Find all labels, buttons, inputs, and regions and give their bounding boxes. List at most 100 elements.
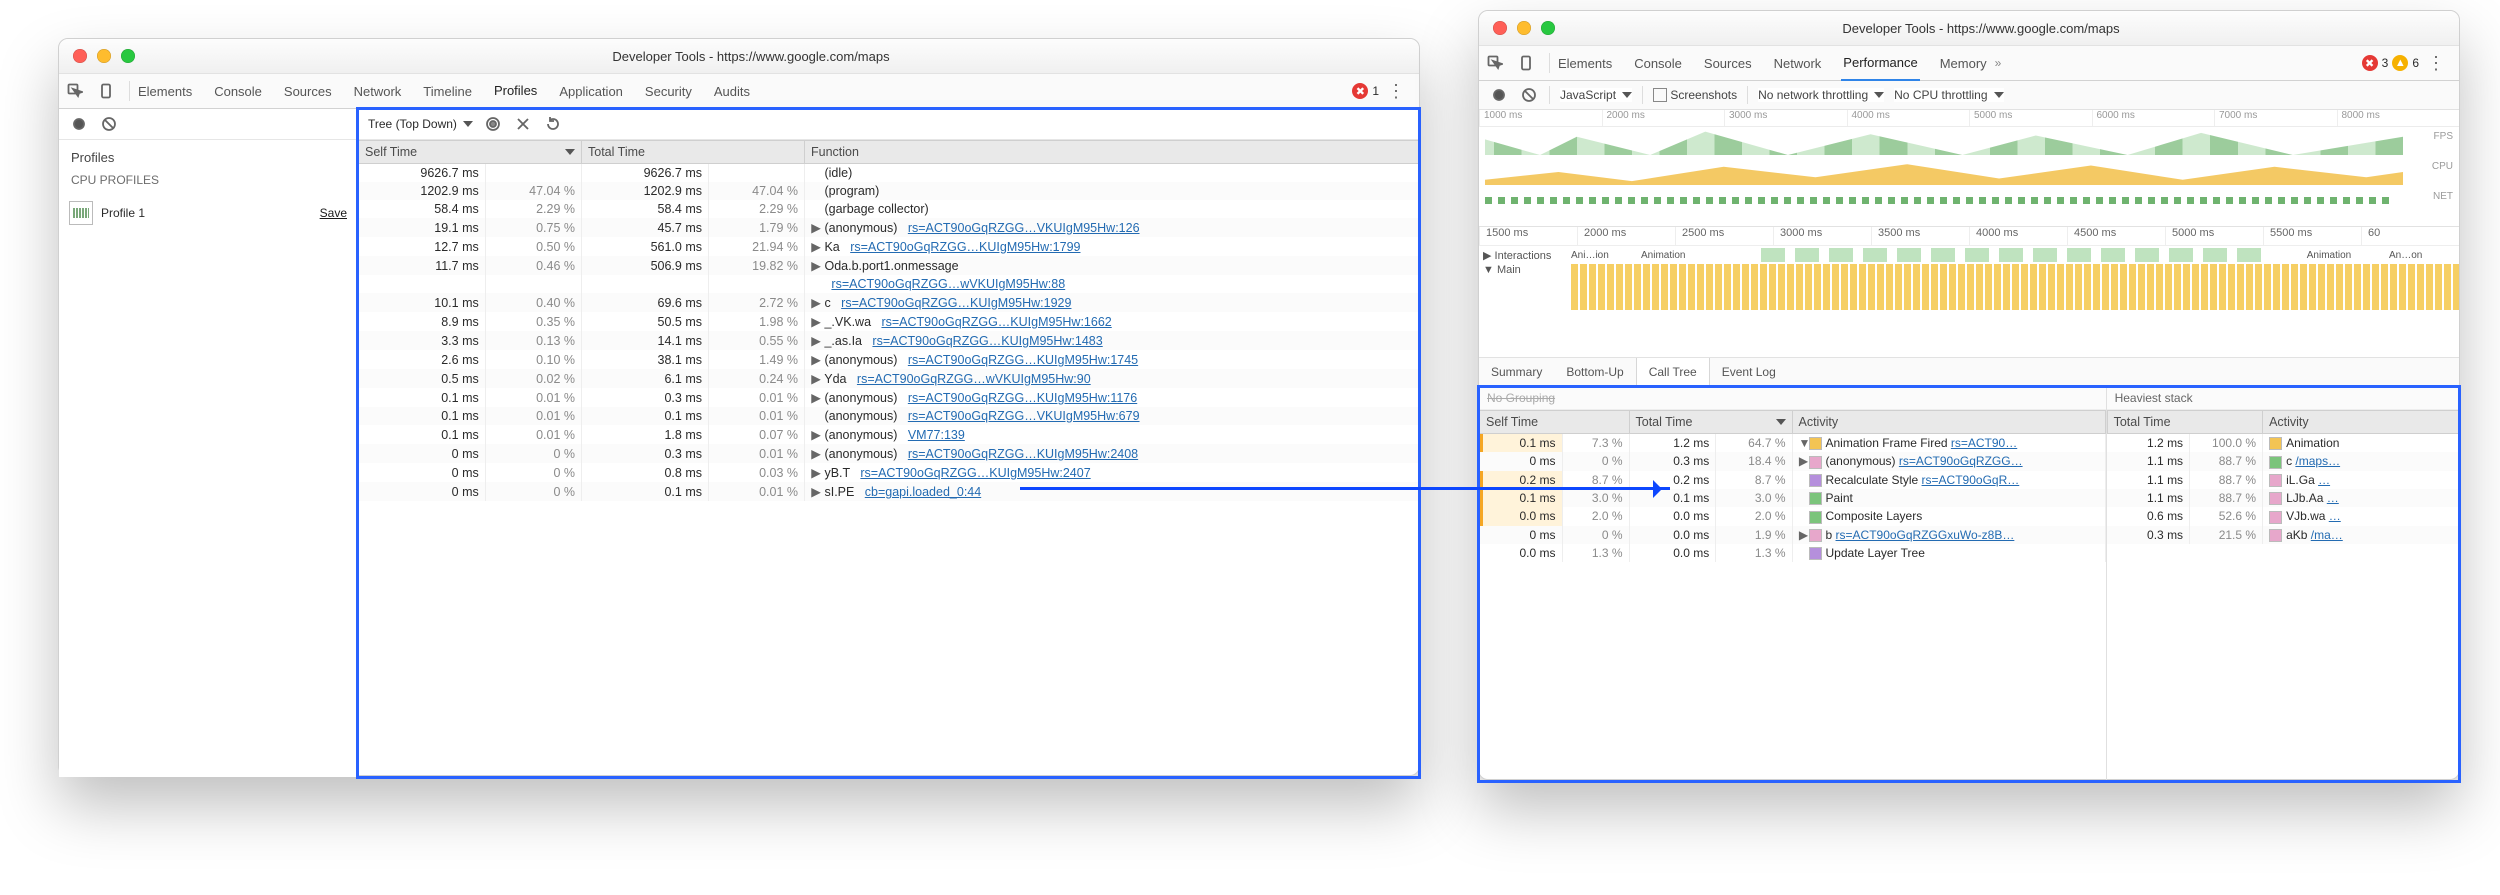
inspect-icon[interactable] bbox=[65, 81, 85, 101]
tab-timeline[interactable]: Timeline bbox=[421, 74, 474, 108]
col-total-time[interactable]: Total Time bbox=[582, 141, 805, 164]
grouping-select[interactable]: No Grouping bbox=[1479, 387, 2106, 410]
table-row[interactable]: 0.0 ms1.3 %0.0 ms1.3 %Update Layer Tree bbox=[1480, 544, 2106, 562]
device-icon[interactable] bbox=[1517, 53, 1537, 73]
tab-memory[interactable]: Memory bbox=[1938, 46, 1989, 80]
table-row[interactable]: 0.0 ms2.0 %0.0 ms2.0 %Composite Layers bbox=[1480, 507, 2106, 525]
table-row[interactable]: 0.1 ms0.01 %1.8 ms0.07 %▶ (anonymous) VM… bbox=[359, 425, 1419, 444]
tab-summary[interactable]: Summary bbox=[1479, 358, 1554, 386]
table-row[interactable]: 0 ms0 %0.3 ms18.4 %▶(anonymous) rs=ACT90… bbox=[1480, 452, 2106, 470]
tab-network[interactable]: Network bbox=[352, 74, 404, 108]
tab-console[interactable]: Console bbox=[1632, 46, 1684, 80]
col-activity[interactable]: Activity bbox=[2263, 411, 2459, 434]
table-row[interactable]: 0 ms0 %0.1 ms0.01 %▶ sI.PE cb=gapi.loade… bbox=[359, 482, 1419, 501]
table-row[interactable]: 1.2 ms100.0 %Animation bbox=[2107, 434, 2458, 453]
zoom-icon[interactable] bbox=[1541, 21, 1555, 35]
table-row[interactable]: 58.4 ms2.29 %58.4 ms2.29 % (garbage coll… bbox=[359, 200, 1419, 218]
table-row[interactable]: 8.9 ms0.35 %50.5 ms1.98 %▶ _.VK.wa rs=AC… bbox=[359, 312, 1419, 331]
col-self-time[interactable]: Self Time bbox=[1480, 411, 1630, 434]
table-row[interactable]: 0 ms0 %0.8 ms0.03 %▶ yB.T rs=ACT90oGqRZG… bbox=[359, 463, 1419, 482]
table-row[interactable]: 3.3 ms0.13 %14.1 ms0.55 %▶ _.as.Ia rs=AC… bbox=[359, 331, 1419, 350]
close-icon[interactable] bbox=[73, 49, 87, 63]
source-link[interactable]: rs=ACT90… bbox=[1951, 436, 2017, 450]
source-link[interactable]: rs=ACT90oGqRZGGxuWo-z8B… bbox=[1836, 528, 2015, 542]
tab-elements[interactable]: Elements bbox=[136, 74, 194, 108]
clear-icon[interactable] bbox=[1519, 85, 1539, 105]
source-link[interactable]: rs=ACT90oGqRZGG…KUIgM95Hw:1176 bbox=[908, 391, 1137, 405]
js-select[interactable]: JavaScript bbox=[1560, 88, 1632, 102]
source-link[interactable]: rs=ACT90oGqRZGG…KUIgM95Hw:1662 bbox=[881, 315, 1111, 329]
source-link[interactable]: … bbox=[2318, 473, 2330, 487]
col-function[interactable]: Function bbox=[805, 141, 1419, 164]
source-link[interactable]: VM77:139 bbox=[908, 428, 965, 442]
tab-sources[interactable]: Sources bbox=[1702, 46, 1754, 80]
source-link[interactable]: rs=ACT90oGqRZGG…VKUIgM95Hw:679 bbox=[908, 409, 1140, 423]
minimize-icon[interactable] bbox=[1517, 21, 1531, 35]
reload-icon[interactable] bbox=[543, 114, 563, 134]
save-link[interactable]: Save bbox=[320, 206, 347, 220]
table-row[interactable]: 0.1 ms7.3 %1.2 ms64.7 %▼Animation Frame … bbox=[1480, 434, 2106, 453]
table-row[interactable]: 1.1 ms88.7 %iL.Ga … bbox=[2107, 471, 2458, 489]
source-link[interactable]: rs=ACT90oGqRZGG…KUIgM95Hw:1799 bbox=[850, 240, 1080, 254]
source-link[interactable]: rs=ACT90oGqRZGG…KUIgM95Hw:1929 bbox=[841, 296, 1071, 310]
table-row[interactable]: 19.1 ms0.75 %45.7 ms1.79 %▶ (anonymous) … bbox=[359, 218, 1419, 237]
table-row[interactable]: 0.1 ms0.01 %0.3 ms0.01 %▶ (anonymous) rs… bbox=[359, 388, 1419, 407]
record-icon[interactable] bbox=[1489, 85, 1509, 105]
source-link[interactable]: rs=ACT90oGqRZGG…KUIgM95Hw:2408 bbox=[908, 447, 1138, 461]
table-row[interactable]: 2.6 ms0.10 %38.1 ms1.49 %▶ (anonymous) r… bbox=[359, 350, 1419, 369]
overview-panel[interactable]: 1000 ms2000 ms3000 ms4000 ms5000 ms6000 … bbox=[1479, 110, 2459, 227]
source-link[interactable]: rs=ACT90oGqRZGG…KUIgM95Hw:2407 bbox=[860, 466, 1090, 480]
net-throttle-select[interactable]: No network throttling bbox=[1758, 88, 1884, 102]
screenshots-toggle[interactable]: Screenshots bbox=[1653, 88, 1737, 103]
tab-network[interactable]: Network bbox=[1772, 46, 1824, 80]
view-select[interactable]: Tree (Top Down) bbox=[368, 117, 473, 131]
minimize-icon[interactable] bbox=[97, 49, 111, 63]
traffic-lights[interactable] bbox=[59, 49, 149, 63]
more-tabs[interactable]: » bbox=[1995, 56, 2002, 70]
error-badge[interactable]: ✖ bbox=[1352, 83, 1368, 99]
source-link[interactable]: … bbox=[2327, 491, 2339, 505]
col-total-time[interactable]: Total Time bbox=[1629, 411, 1792, 434]
source-link[interactable]: /maps… bbox=[2295, 454, 2340, 468]
kebab-icon[interactable]: ⋮ bbox=[1383, 81, 1409, 102]
warning-badge[interactable]: ▲ bbox=[2392, 55, 2408, 71]
table-row[interactable]: 10.1 ms0.40 %69.6 ms2.72 %▶ c rs=ACT90oG… bbox=[359, 293, 1419, 312]
flamechart-panel[interactable]: 1500 ms2000 ms2500 ms3000 ms3500 ms4000 … bbox=[1479, 227, 2459, 358]
source-link[interactable]: rs=ACT90oGqRZGG…KUIgM95Hw:1483 bbox=[872, 334, 1102, 348]
tab-console[interactable]: Console bbox=[212, 74, 264, 108]
cpu-throttle-select[interactable]: No CPU throttling bbox=[1894, 88, 2003, 102]
tab-sources[interactable]: Sources bbox=[282, 74, 334, 108]
profile-row[interactable]: Profile 1 Save bbox=[59, 197, 357, 229]
tab-application[interactable]: Application bbox=[557, 74, 625, 108]
table-row[interactable]: 0.3 ms21.5 %aKb /ma… bbox=[2107, 526, 2458, 544]
table-row[interactable]: 11.7 ms0.46 %506.9 ms19.82 %▶ Oda.b.port… bbox=[359, 256, 1419, 275]
tab-security[interactable]: Security bbox=[643, 74, 694, 108]
source-link[interactable]: rs=ACT90oGqRZGG…wVKUIgM95Hw:90 bbox=[857, 372, 1091, 386]
col-activity[interactable]: Activity bbox=[1792, 411, 2105, 434]
tab-performance[interactable]: Performance bbox=[1841, 45, 1919, 81]
device-icon[interactable] bbox=[97, 81, 117, 101]
table-row[interactable]: 0.1 ms3.0 %0.1 ms3.0 %Paint bbox=[1480, 489, 2106, 507]
col-self-time[interactable]: Self Time bbox=[359, 141, 582, 164]
table-row[interactable]: 1.1 ms88.7 %LJb.Aa … bbox=[2107, 489, 2458, 507]
tab-audits[interactable]: Audits bbox=[712, 74, 752, 108]
col-total-time[interactable]: Total Time bbox=[2107, 411, 2263, 434]
table-row[interactable]: 12.7 ms0.50 %561.0 ms21.94 %▶ Ka rs=ACT9… bbox=[359, 237, 1419, 256]
clear-icon[interactable] bbox=[99, 114, 119, 134]
table-row[interactable]: 9626.7 ms9626.7 ms (idle) bbox=[359, 164, 1419, 183]
error-badge[interactable]: ✖ bbox=[2362, 55, 2378, 71]
table-row[interactable]: 0.6 ms52.6 %VJb.wa … bbox=[2107, 507, 2458, 525]
profile-table[interactable]: Self Time Total Time Function 9626.7 ms9… bbox=[358, 140, 1419, 501]
source-link[interactable]: /ma… bbox=[2311, 528, 2343, 542]
heaviest-stack-table[interactable]: Total Time Activity 1.2 ms100.0 %Animati… bbox=[2107, 410, 2459, 544]
source-link[interactable]: rs=ACT90oGqR… bbox=[1922, 473, 2020, 487]
source-link[interactable]: rs=ACT90oGqRZGG…wVKUIgM95Hw:88 bbox=[831, 277, 1065, 291]
traffic-lights[interactable] bbox=[1479, 21, 1569, 35]
table-row[interactable]: 0 ms0 %0.0 ms1.9 %▶b rs=ACT90oGqRZGGxuWo… bbox=[1480, 526, 2106, 544]
table-row[interactable]: 0.5 ms0.02 %6.1 ms0.24 %▶ Yda rs=ACT90oG… bbox=[359, 369, 1419, 388]
table-row[interactable]: rs=ACT90oGqRZGG…wVKUIgM95Hw:88 bbox=[359, 275, 1419, 293]
source-link[interactable]: rs=ACT90oGqRZGG…VKUIgM95Hw:126 bbox=[908, 221, 1140, 235]
focus-icon[interactable] bbox=[483, 114, 503, 134]
source-link[interactable]: rs=ACT90oGqRZGG… bbox=[1899, 454, 2023, 468]
record-icon[interactable] bbox=[69, 114, 89, 134]
